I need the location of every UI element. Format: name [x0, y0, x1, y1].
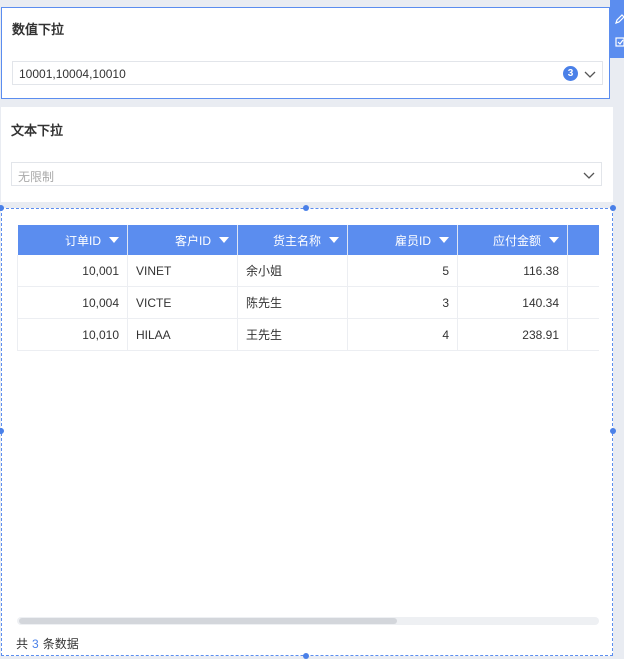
- numeric-dropdown-select[interactable]: 10001,10004,10010 3: [12, 61, 603, 85]
- cell-order-id: 10,001: [17, 255, 128, 287]
- text-dropdown-title: 文本下拉: [11, 123, 64, 138]
- chevron-down-icon[interactable]: [583, 67, 597, 81]
- cell-amount-payable: 140.34: [457, 286, 568, 319]
- column-header-order-id[interactable]: 订单ID: [17, 225, 128, 255]
- cell-overflow: [567, 286, 599, 319]
- horizontal-scrollbar[interactable]: [17, 617, 599, 625]
- text-dropdown-widget[interactable]: 文本下拉 无限制: [1, 107, 613, 202]
- row-count: 3: [32, 637, 39, 651]
- table-row[interactable]: 10,004 VICTE 陈先生 3 140.34: [17, 286, 599, 319]
- column-header-overflow: [567, 225, 599, 255]
- cell-order-id: 10,004: [17, 286, 128, 319]
- cell-employee-id: 5: [347, 255, 458, 287]
- column-header-employee-id[interactable]: 雇员ID: [347, 225, 458, 255]
- caret-down-icon[interactable]: [219, 237, 229, 243]
- resize-handle-right[interactable]: [610, 428, 616, 434]
- cell-shipper-name: 陈先生: [237, 286, 348, 319]
- column-header-customer-id[interactable]: 客户ID: [127, 225, 238, 255]
- numeric-dropdown-title: 数值下拉: [12, 22, 65, 37]
- resize-handle-bottom[interactable]: [303, 653, 309, 659]
- cell-shipper-name: 余小姐: [237, 255, 348, 287]
- resize-handle-top-right[interactable]: [610, 205, 616, 211]
- cell-overflow: [567, 255, 599, 287]
- widget-toolbar: [610, 0, 624, 58]
- caret-down-icon[interactable]: [109, 237, 119, 243]
- caret-down-icon[interactable]: [329, 237, 339, 243]
- cell-order-id: 10,010: [17, 318, 128, 351]
- cell-amount-payable: 116.38: [457, 255, 568, 287]
- table-footer: 共 3 条数据: [16, 635, 79, 652]
- scrollbar-thumb[interactable]: [19, 618, 397, 624]
- cell-customer-id: HILAA: [127, 318, 238, 351]
- resize-handle-top-left[interactable]: [0, 205, 4, 211]
- data-table: 订单ID 客户ID 货主名称 雇员ID 应付金额 10,001 VINET 余小…: [17, 225, 599, 351]
- caret-down-icon[interactable]: [549, 237, 559, 243]
- footer-suffix: 条数据: [42, 637, 79, 651]
- text-dropdown-select[interactable]: 无限制: [11, 162, 602, 186]
- edit-icon[interactable]: [615, 14, 624, 24]
- chevron-down-icon[interactable]: [582, 168, 596, 182]
- table-widget[interactable]: 订单ID 客户ID 货主名称 雇员ID 应付金额 10,001 VINET 余小…: [0, 205, 616, 659]
- text-dropdown-placeholder: 无限制: [18, 170, 55, 184]
- table-row[interactable]: 10,001 VINET 余小姐 5 116.38: [17, 255, 599, 287]
- resize-handle-top[interactable]: [303, 205, 309, 211]
- footer-prefix: 共: [16, 637, 29, 651]
- numeric-dropdown-value: 10001,10004,10010: [19, 67, 126, 81]
- cell-employee-id: 3: [347, 286, 458, 319]
- cell-customer-id: VINET: [127, 255, 238, 287]
- selected-count-badge: 3: [563, 66, 578, 81]
- caret-down-icon[interactable]: [439, 237, 449, 243]
- column-header-shipper-name[interactable]: 货主名称: [237, 225, 348, 255]
- column-header-amount-payable[interactable]: 应付金额: [457, 225, 568, 255]
- cell-shipper-name: 王先生: [237, 318, 348, 351]
- cell-amount-payable: 238.91: [457, 318, 568, 351]
- table-row[interactable]: 10,010 HILAA 王先生 4 238.91: [17, 318, 599, 351]
- export-icon[interactable]: [615, 37, 624, 47]
- numeric-dropdown-widget[interactable]: 数值下拉 10001,10004,10010 3: [1, 7, 610, 99]
- cell-employee-id: 4: [347, 318, 458, 351]
- cell-overflow: [567, 318, 599, 351]
- cell-customer-id: VICTE: [127, 286, 238, 319]
- resize-handle-left[interactable]: [0, 428, 4, 434]
- table-header-row: 订单ID 客户ID 货主名称 雇员ID 应付金额: [17, 225, 599, 255]
